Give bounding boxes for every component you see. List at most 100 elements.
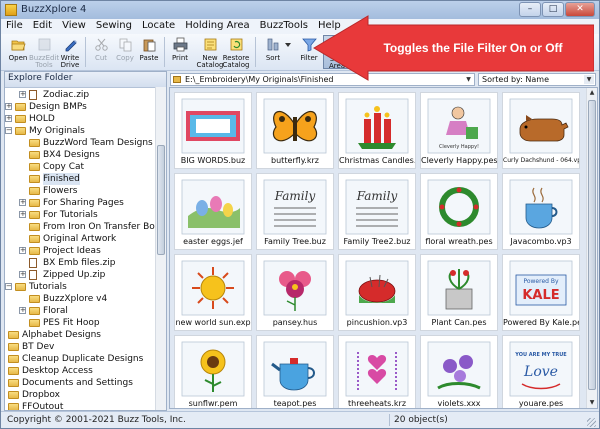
file-tile[interactable]: Javacombo.vp3 xyxy=(502,173,580,250)
file-tile[interactable]: Curly Dachshund - 064.vp3 xyxy=(502,92,580,169)
tree-item[interactable]: BX Emb files.zip xyxy=(5,257,155,269)
you-are-love-thumb: YOU ARE MY TRUE Love xyxy=(509,341,573,397)
tree-item[interactable]: + For Sharing Pages xyxy=(5,197,155,209)
print-button[interactable]: Print xyxy=(167,35,193,69)
tree-item-label: Zipped Up.zip xyxy=(43,270,106,280)
file-tile[interactable]: Christmas Candles.vp3 xyxy=(338,92,416,169)
file-tile[interactable]: Plant Can.pes xyxy=(420,254,498,331)
collapse-icon[interactable]: − xyxy=(5,127,12,134)
folder-icon xyxy=(8,379,19,387)
menu-file[interactable]: File xyxy=(1,19,28,34)
thumb-caption: Family xyxy=(356,189,398,203)
file-tile[interactable]: YOU ARE MY TRUE Love youare.pes xyxy=(502,335,580,408)
tree-scrollbar[interactable] xyxy=(155,87,166,410)
expand-icon[interactable]: + xyxy=(19,271,26,278)
tree-item[interactable]: BT Dev xyxy=(5,341,155,353)
tree-item[interactable]: FFOutout xyxy=(5,401,155,410)
expand-icon[interactable]: + xyxy=(19,91,26,98)
grid-scrollbar[interactable]: ▲ ▼ xyxy=(586,88,597,408)
teapot-thumb xyxy=(263,341,327,397)
file-name: pincushion.vp3 xyxy=(346,318,408,327)
restore-catalog-button[interactable]: Restore Catalog xyxy=(223,35,249,69)
sort-dropdown-arrow[interactable] xyxy=(283,35,293,69)
file-name: Javacombo.vp3 xyxy=(510,237,572,246)
menu-view[interactable]: View xyxy=(57,19,91,34)
file-tile[interactable]: Family Family Tree2.buz xyxy=(338,173,416,250)
open-button[interactable]: Open xyxy=(5,35,31,69)
file-tile[interactable]: violets.xxx xyxy=(420,335,498,408)
resize-grip[interactable] xyxy=(587,418,596,427)
tree-item[interactable]: + Zodiac.zip xyxy=(5,89,155,101)
scroll-down-icon[interactable]: ▼ xyxy=(587,398,597,408)
tree-item[interactable]: + Project Ideas xyxy=(5,245,155,257)
file-tile[interactable]: pincushion.vp3 xyxy=(338,254,416,331)
file-tile[interactable]: easter eggs.jef xyxy=(174,173,252,250)
file-tile[interactable]: Family Family Tree.buz xyxy=(256,173,334,250)
tree-item[interactable]: + Design BMPs xyxy=(5,101,155,113)
expand-icon[interactable]: + xyxy=(5,103,12,110)
tree-item[interactable]: Desktop Access xyxy=(5,365,155,377)
folder-icon xyxy=(29,307,40,315)
tree-item[interactable]: Dropbox xyxy=(5,389,155,401)
file-name: sunflwr.pem xyxy=(188,399,238,408)
tree-item[interactable]: Documents and Settings xyxy=(5,377,155,389)
tree-item[interactable]: Copy Cat xyxy=(5,161,155,173)
tree-item[interactable]: From Iron On Transfer Books xyxy=(5,221,166,233)
tree-item[interactable]: BX4 Designs xyxy=(5,149,155,161)
kale-thumb: Powered By KALE xyxy=(509,260,573,316)
menu-sewing[interactable]: Sewing xyxy=(91,19,137,34)
expand-icon[interactable]: + xyxy=(19,199,26,206)
menu-buzztools[interactable]: BuzzTools xyxy=(255,19,313,34)
menu-edit[interactable]: Edit xyxy=(28,19,57,34)
copy-button[interactable]: Copy xyxy=(112,35,138,69)
file-tile[interactable]: BIG WORDS.buz xyxy=(174,92,252,169)
tree-item[interactable]: BuzzXplore v4 xyxy=(5,293,155,305)
expand-icon[interactable]: + xyxy=(19,307,26,314)
menu-holding-area[interactable]: Holding Area xyxy=(180,19,254,34)
tree-item[interactable]: Cleanup Duplicate Designs xyxy=(5,353,155,365)
file-tile[interactable]: Powered By KALE Powered By Kale.pes xyxy=(502,254,580,331)
folder-icon xyxy=(29,199,40,207)
tree-item[interactable]: Flowers xyxy=(5,185,155,197)
tree-item[interactable]: − Tutorials xyxy=(5,281,155,293)
tree-item-label: Design BMPs xyxy=(29,102,87,112)
file-tile[interactable]: threeheats.krz xyxy=(338,335,416,408)
file-tile[interactable]: sunflwr.pem xyxy=(174,335,252,408)
violets-thumb xyxy=(427,341,491,397)
buzzedit-tools-button[interactable]: BuzzEdit Tools xyxy=(29,35,59,69)
grid-scrollbar-thumb[interactable] xyxy=(588,100,596,390)
new-catalog-button[interactable]: New Catalog xyxy=(197,35,223,69)
clipboard-icon xyxy=(143,39,156,52)
expand-icon[interactable]: + xyxy=(5,115,12,122)
tree-item[interactable]: − My Originals xyxy=(5,125,155,137)
scroll-up-icon[interactable]: ▲ xyxy=(587,88,597,98)
file-tile[interactable]: floral wreath.pes xyxy=(420,173,498,250)
tree-item[interactable]: + For Tutorials xyxy=(5,209,155,221)
folder-icon xyxy=(8,343,19,351)
file-tile[interactable]: teapot.pes xyxy=(256,335,334,408)
cut-button[interactable]: Cut xyxy=(88,35,114,69)
file-tile[interactable]: Cleverly Happy! Cleverly Happy.pes xyxy=(420,92,498,169)
coffee-cup-thumb xyxy=(509,179,573,235)
file-tile[interactable]: new world sun.exp xyxy=(174,254,252,331)
menu-locate[interactable]: Locate xyxy=(137,19,180,34)
paste-button[interactable]: Paste xyxy=(136,35,162,69)
tree-scrollbar-thumb[interactable] xyxy=(157,145,165,255)
write-drive-button[interactable]: Write Drive xyxy=(57,35,83,69)
tree-item-label: HOLD xyxy=(29,114,55,124)
file-tile[interactable]: pansey.hus xyxy=(256,254,334,331)
file-name: Cleverly Happy.pes xyxy=(421,156,497,165)
tree-item[interactable]: BuzzWord Team Designs xyxy=(5,137,155,149)
pen-drive-icon xyxy=(65,40,77,52)
tree-item[interactable]: + Zipped Up.zip xyxy=(5,269,155,281)
expand-icon[interactable]: + xyxy=(19,247,26,254)
file-tile[interactable]: butterfly.krz xyxy=(256,92,334,169)
tree-item[interactable]: Original Artwork xyxy=(5,233,155,245)
expand-icon[interactable]: + xyxy=(19,211,26,218)
tree-item[interactable]: PES Fit Hoop xyxy=(5,317,155,329)
tree-item[interactable]: + HOLD xyxy=(5,113,155,125)
tree-item[interactable]: Finished xyxy=(5,173,155,185)
tree-item[interactable]: + Floral xyxy=(5,305,155,317)
collapse-icon[interactable]: − xyxy=(5,283,12,290)
tree-item[interactable]: Alphabet Designs xyxy=(5,329,155,341)
